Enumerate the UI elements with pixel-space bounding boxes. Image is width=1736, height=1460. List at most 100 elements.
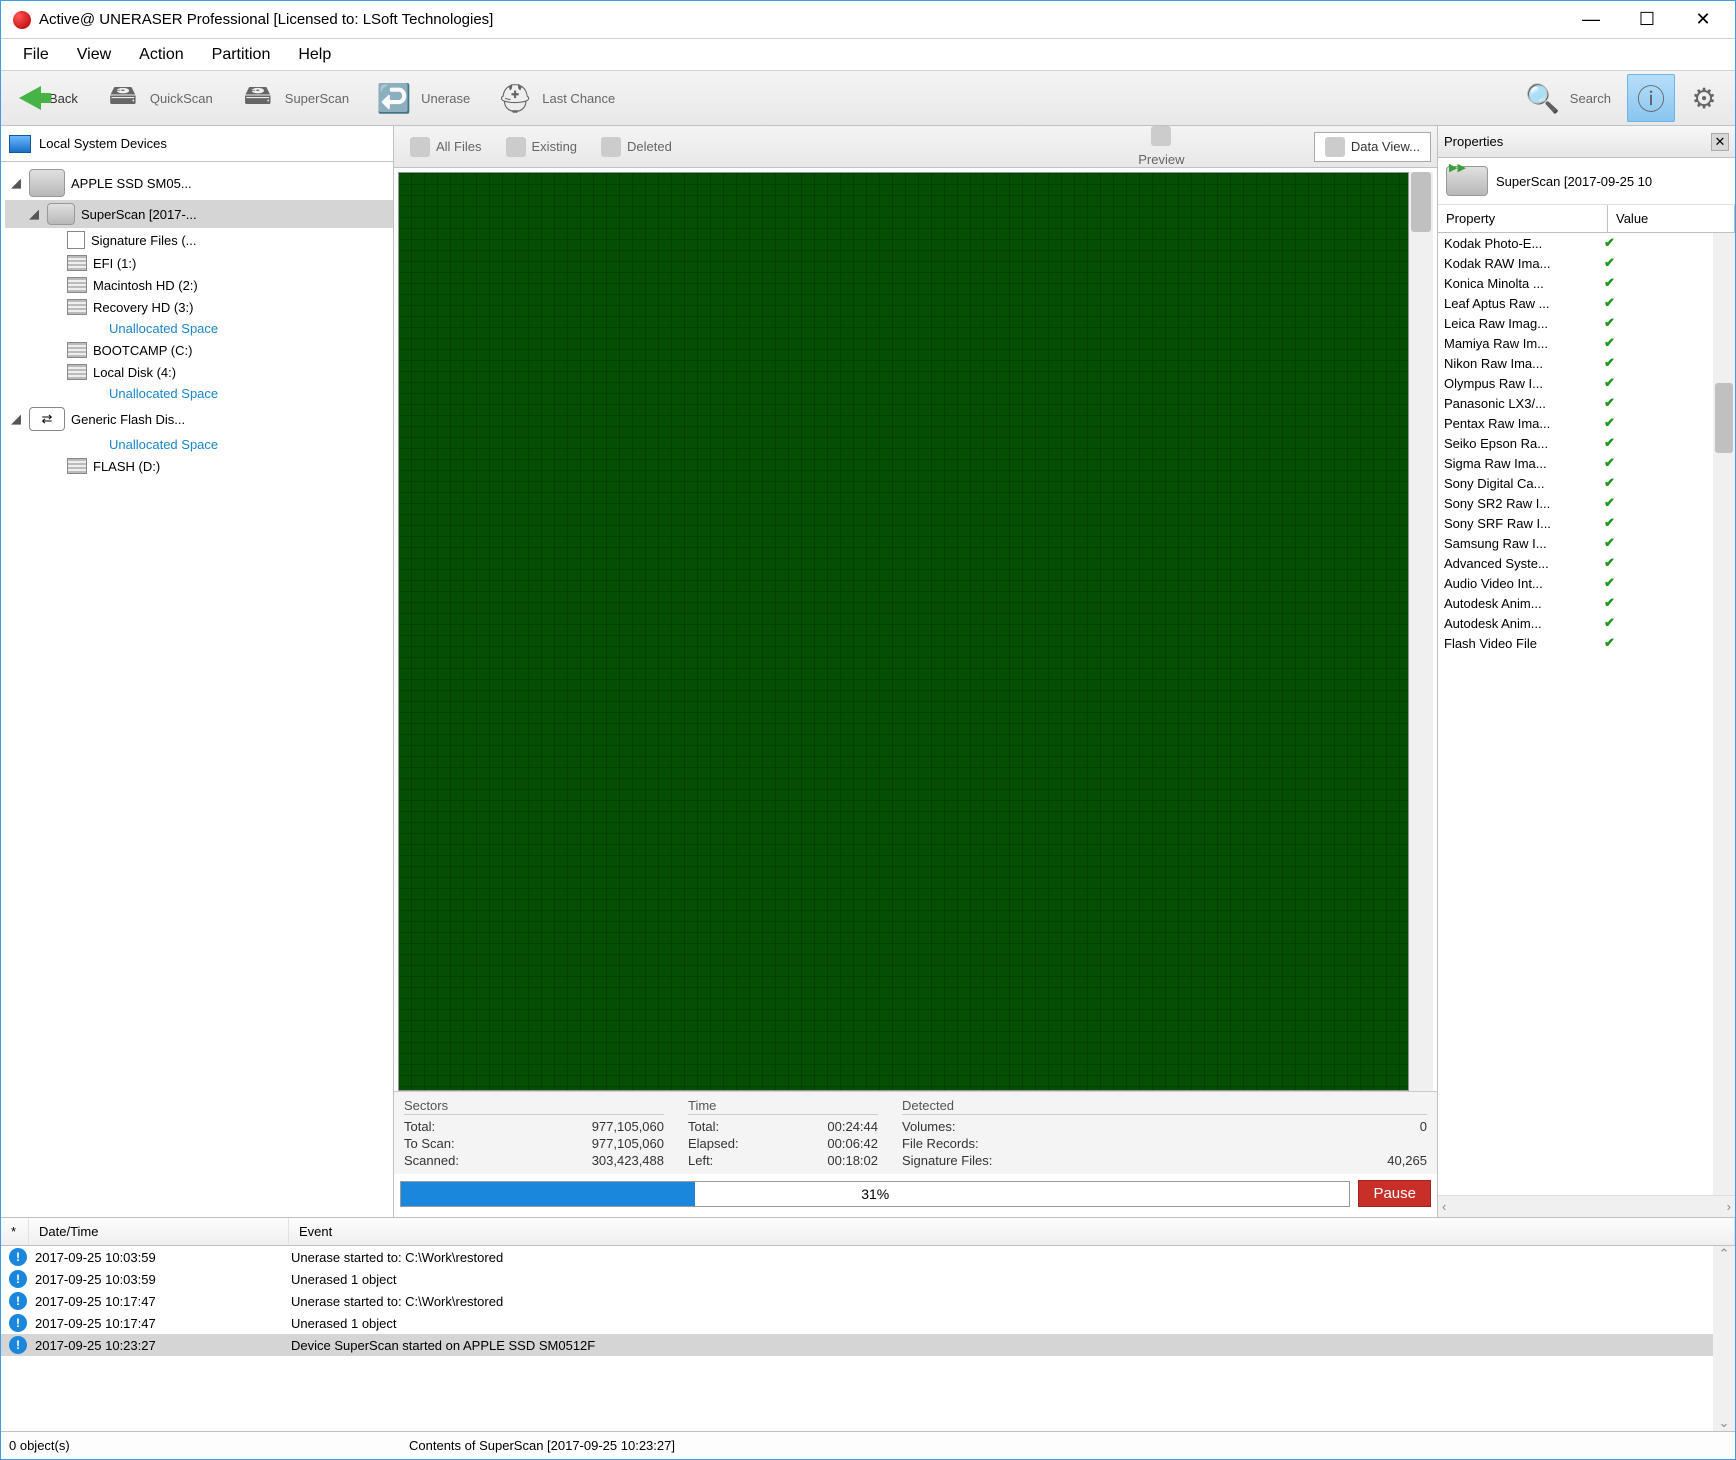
tree-label: Local Disk (4:)	[93, 365, 176, 380]
quickscan-label: QuickScan	[150, 91, 213, 106]
log-datetime: 2017-09-25 10:23:27	[35, 1338, 283, 1353]
property-row[interactable]: Leica Raw Imag...✔	[1438, 313, 1713, 333]
unerase-button[interactable]: ↩️Unerase	[365, 75, 480, 121]
stats-label: Left:	[688, 1153, 713, 1168]
menu-view[interactable]: View	[63, 42, 125, 68]
stats-label: To Scan:	[404, 1136, 455, 1151]
property-name: Nikon Raw Ima...	[1444, 356, 1604, 371]
view-allfiles[interactable]: All Files	[400, 133, 492, 161]
scroll-left-icon[interactable]: ‹	[1442, 1199, 1446, 1214]
log-scrollbar[interactable]: ⌃⌄	[1713, 1246, 1735, 1431]
checkmark-icon: ✔	[1604, 255, 1615, 271]
property-row[interactable]: Autodesk Anim...✔	[1438, 593, 1713, 613]
stats-value: 40,265	[1387, 1153, 1427, 1168]
scroll-down-icon[interactable]: ⌄	[1719, 1415, 1730, 1431]
info-button[interactable]: ⓘ	[1627, 74, 1675, 122]
log-row[interactable]: !2017-09-25 10:17:47Unerase started to: …	[1, 1290, 1735, 1312]
tree-vol-bootcamp[interactable]: BOOTCAMP (C:)	[5, 339, 393, 361]
log-row[interactable]: !2017-09-25 10:23:27Device SuperScan sta…	[1, 1334, 1735, 1356]
stats-label: Total:	[688, 1119, 719, 1134]
search-button[interactable]: 🔍Search	[1514, 75, 1621, 121]
volume-icon	[67, 458, 87, 474]
scroll-right-ic[interactable]: ›	[1727, 1199, 1731, 1214]
view-deleted[interactable]: Deleted	[591, 133, 682, 161]
menu-help[interactable]: Help	[284, 42, 345, 68]
property-row[interactable]: Leaf Aptus Raw ...✔	[1438, 293, 1713, 313]
property-name: Samsung Raw I...	[1444, 536, 1604, 551]
property-row[interactable]: Mamiya Raw Im...✔	[1438, 333, 1713, 353]
property-row[interactable]: Advanced Syste...✔	[1438, 553, 1713, 573]
tree-vol-localdisk[interactable]: Local Disk (4:)	[5, 361, 393, 383]
tree-unalloc[interactable]: Unallocated Space	[5, 383, 393, 404]
scan-scrollbar[interactable]	[1409, 172, 1433, 1091]
log-row[interactable]: !2017-09-25 10:17:47Unerased 1 object	[1, 1312, 1735, 1334]
info-badge-icon: !	[9, 1248, 27, 1266]
log-row[interactable]: !2017-09-25 10:03:59Unerase started to: …	[1, 1246, 1735, 1268]
menu-action[interactable]: Action	[125, 42, 197, 68]
stats-value: 303,423,488	[592, 1153, 664, 1168]
settings-button[interactable]: ⚙	[1681, 75, 1727, 121]
tree-superscan[interactable]: ◢SuperScan [2017-...	[5, 200, 393, 228]
property-row[interactable]: Audio Video Int...✔	[1438, 573, 1713, 593]
property-row[interactable]: Konica Minolta ...✔	[1438, 273, 1713, 293]
property-row[interactable]: Samsung Raw I...✔	[1438, 533, 1713, 553]
property-row[interactable]: Flash Video File✔	[1438, 633, 1713, 653]
lastchance-button[interactable]: ⛑Last Chance	[486, 75, 625, 121]
view-dataview[interactable]: Data View...	[1314, 132, 1431, 162]
log-datetime: 2017-09-25 10:17:47	[35, 1294, 283, 1309]
property-row[interactable]: Autodesk Anim...✔	[1438, 613, 1713, 633]
maximize-button[interactable]: ☐	[1619, 1, 1675, 39]
properties-col-property[interactable]: Property	[1438, 205, 1608, 232]
properties-close-button[interactable]: ✕	[1711, 133, 1729, 151]
tree-sigfiles[interactable]: Signature Files (...	[5, 228, 393, 252]
log-header: * Date/Time Event	[1, 1218, 1735, 1246]
log-datetime: 2017-09-25 10:17:47	[35, 1316, 283, 1331]
log-col-event[interactable]: Event	[289, 1218, 1735, 1245]
properties-header-label: SuperScan [2017-09-25 10	[1496, 174, 1652, 189]
property-row[interactable]: Panasonic LX3/...✔	[1438, 393, 1713, 413]
property-row[interactable]: Sigma Raw Ima...✔	[1438, 453, 1713, 473]
tree-vol-recovery[interactable]: Recovery HD (3:)	[5, 296, 393, 318]
superscan-button[interactable]: 🖴SuperScan	[229, 75, 359, 121]
menu-file[interactable]: File	[9, 42, 63, 68]
property-row[interactable]: Pentax Raw Ima...✔	[1438, 413, 1713, 433]
property-row[interactable]: Sony SRF Raw I...✔	[1438, 513, 1713, 533]
tree-vol-macintosh[interactable]: Macintosh HD (2:)	[5, 274, 393, 296]
checkmark-icon: ✔	[1604, 375, 1615, 391]
property-name: Advanced Syste...	[1444, 556, 1604, 571]
log-col-icon[interactable]: *	[1, 1218, 29, 1245]
scroll-up-icon[interactable]: ⌃	[1719, 1246, 1730, 1262]
property-row[interactable]: Seiko Epson Ra...✔	[1438, 433, 1713, 453]
tree-drive-generic[interactable]: ◢⇄Generic Flash Dis...	[5, 404, 393, 434]
device-tree[interactable]: ◢APPLE SSD SM05... ◢SuperScan [2017-... …	[1, 162, 393, 1217]
sector-grid[interactable]	[398, 172, 1409, 1091]
menu-partition[interactable]: Partition	[198, 42, 285, 68]
property-row[interactable]: Kodak RAW Ima...✔	[1438, 253, 1713, 273]
properties-hscrollbar[interactable]: ‹›	[1438, 1195, 1735, 1217]
pause-button[interactable]: Pause	[1358, 1180, 1431, 1207]
tree-unalloc[interactable]: Unallocated Space	[5, 318, 393, 339]
property-row[interactable]: Olympus Raw I...✔	[1438, 373, 1713, 393]
view-existing[interactable]: Existing	[496, 133, 588, 161]
minimize-button[interactable]: —	[1563, 1, 1619, 39]
quickscan-button[interactable]: 🖴QuickScan	[94, 75, 223, 121]
tree-drive-apple[interactable]: ◢APPLE SSD SM05...	[5, 166, 393, 200]
log-col-datetime[interactable]: Date/Time	[29, 1218, 289, 1245]
log-row[interactable]: !2017-09-25 10:03:59Unerased 1 object	[1, 1268, 1735, 1290]
scrollbar-thumb[interactable]	[1411, 172, 1431, 232]
property-row[interactable]: Nikon Raw Ima...✔	[1438, 353, 1713, 373]
properties-col-value[interactable]: Value	[1608, 205, 1735, 232]
close-button[interactable]: ✕	[1675, 1, 1731, 39]
property-row[interactable]: Sony Digital Ca...✔	[1438, 473, 1713, 493]
view-preview[interactable]: Preview	[1013, 122, 1310, 171]
stats-time-header: Time	[688, 1098, 878, 1115]
tree-unalloc[interactable]: Unallocated Space	[5, 434, 393, 455]
properties-scrollbar[interactable]	[1713, 233, 1735, 1195]
tree-vol-flash[interactable]: FLASH (D:)	[5, 455, 393, 477]
back-button[interactable]: Back	[9, 82, 88, 114]
property-row[interactable]: Kodak Photo-E...✔	[1438, 233, 1713, 253]
scrollbar-thumb[interactable]	[1715, 383, 1733, 453]
tree-vol-efi[interactable]: EFI (1:)	[5, 252, 393, 274]
property-row[interactable]: Sony SR2 Raw I...✔	[1438, 493, 1713, 513]
volume-icon	[67, 255, 87, 271]
